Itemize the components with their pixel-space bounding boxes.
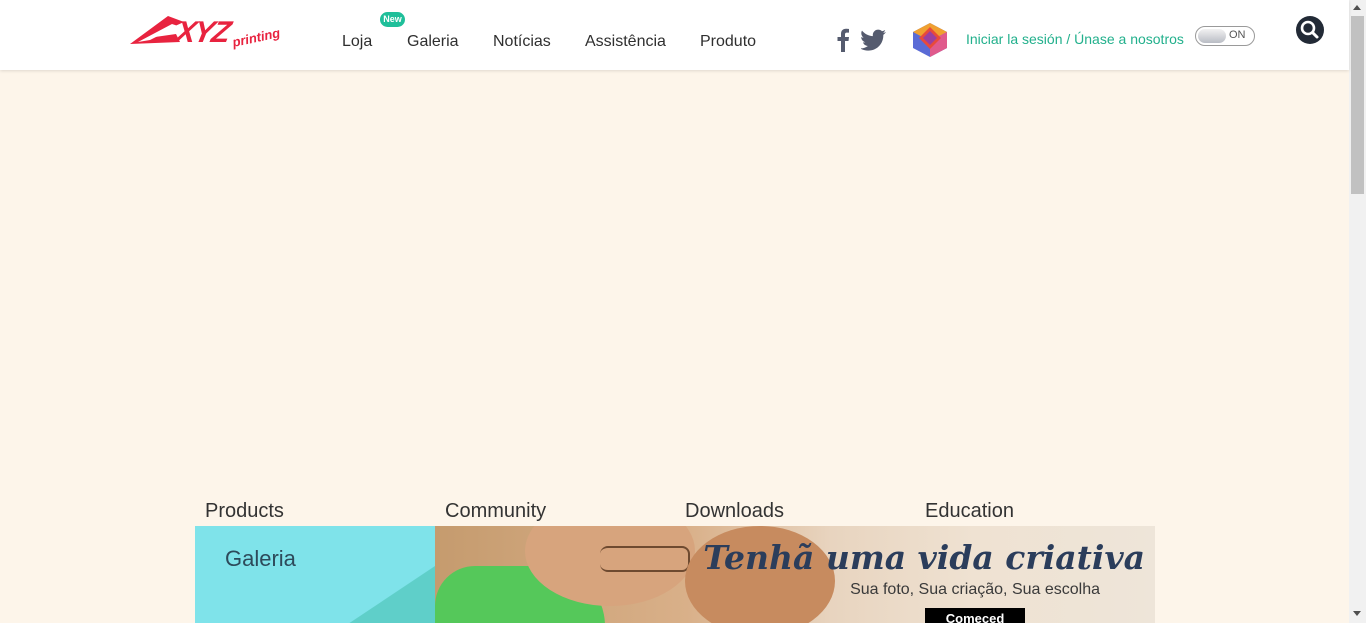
decorative-triangle xyxy=(345,566,435,623)
section-label-community[interactable]: Community xyxy=(445,500,546,523)
toggle-label: ON xyxy=(1229,29,1246,41)
xyzprinting-logo[interactable]: XYZ printing xyxy=(128,8,281,58)
scroll-up-arrow-icon[interactable] xyxy=(1353,5,1361,10)
new-badge: New xyxy=(380,12,405,27)
banner-cta-button[interactable]: Comeced xyxy=(925,608,1025,623)
logo-text: XYZ xyxy=(172,16,232,49)
scroll-thumb[interactable] xyxy=(1351,16,1364,194)
twitter-icon[interactable] xyxy=(861,29,887,51)
nav-noticias[interactable]: Notícias xyxy=(493,33,551,51)
nav-galeria[interactable]: Galeria xyxy=(407,33,459,51)
banner-left-panel: Galeria xyxy=(195,526,435,623)
search-icon[interactable] xyxy=(1295,15,1325,45)
banner-headline: Tenhã uma vida criativa xyxy=(703,538,1145,577)
cube-app-icon[interactable] xyxy=(911,22,949,58)
site-header: XYZ printing Loja Galeria Notícias Assis… xyxy=(0,0,1349,70)
section-label-products[interactable]: Products xyxy=(205,500,284,523)
scroll-down-arrow-icon[interactable] xyxy=(1353,611,1361,616)
facebook-icon[interactable] xyxy=(836,28,850,52)
login-signup-link[interactable]: Iniciar la sesión / Únase a nosotros xyxy=(966,31,1184,47)
nav-assistencia[interactable]: Assistência xyxy=(585,33,666,51)
photo-glasses xyxy=(600,546,690,572)
gallery-banner[interactable]: Galeria Tenhã uma vida criativa Sua foto… xyxy=(195,526,1155,623)
on-off-toggle[interactable]: ON xyxy=(1195,26,1255,46)
banner-section-title: Galeria xyxy=(225,546,296,571)
section-label-downloads[interactable]: Downloads xyxy=(685,500,784,523)
section-labels-row: Products Community Downloads Education xyxy=(0,498,1349,526)
nav-loja[interactable]: Loja xyxy=(342,33,372,51)
page-scrollbar[interactable] xyxy=(1349,0,1366,623)
section-label-education[interactable]: Education xyxy=(925,500,1014,523)
toggle-knob xyxy=(1198,29,1226,43)
logo-subtext: printing xyxy=(230,25,282,50)
banner-subtitle: Sua foto, Sua criação, Sua escolha xyxy=(850,581,1100,598)
nav-produto[interactable]: Produto xyxy=(700,33,756,51)
